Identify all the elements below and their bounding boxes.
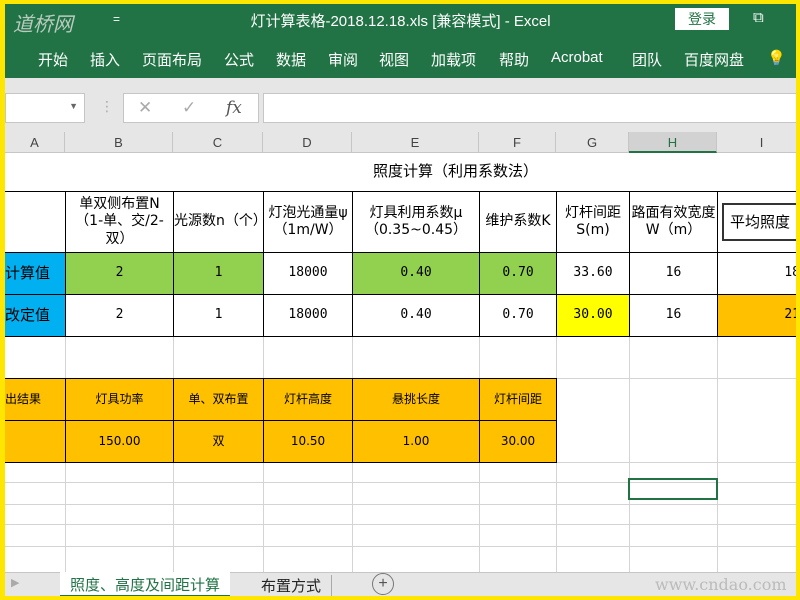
header-maintenance: 维护系数K xyxy=(479,191,557,253)
cell[interactable]: 2 xyxy=(65,252,174,295)
formula-buttons: ✕ ✓ fx xyxy=(123,93,259,123)
add-sheet-icon[interactable]: + xyxy=(372,573,394,595)
ribbon-tabs: 开始 插入 页面布局 公式 数据 审阅 视图 加载项 帮助 Acrobat 团队… xyxy=(5,38,796,78)
sheet-tab-illuminance[interactable]: 照度、高度及间距计算 xyxy=(60,572,231,596)
cell[interactable]: 2 xyxy=(65,294,174,337)
output-value[interactable]: 30.00 xyxy=(479,420,557,463)
splitter-handle[interactable]: ⋮ xyxy=(100,98,114,115)
output-value[interactable]: 双 xyxy=(173,420,264,463)
sheet-tab-layout[interactable]: 布置方式 xyxy=(251,575,333,596)
header-layout: 单双侧布置N（1-单、交/2-双） xyxy=(65,191,174,253)
output-value[interactable]: 10.50 xyxy=(263,420,353,463)
col-header-c[interactable]: C xyxy=(173,132,263,153)
tab-data[interactable]: 数据 xyxy=(276,49,306,70)
row-label-set[interactable]: 改定值 xyxy=(5,294,66,337)
cell[interactable]: 21 xyxy=(717,294,796,337)
cell[interactable]: 0.70 xyxy=(479,294,557,337)
tab-help[interactable]: 帮助 xyxy=(499,49,529,70)
col-header-e[interactable]: E xyxy=(352,132,479,153)
header-blank xyxy=(5,191,66,253)
header-utilization: 灯具利用系数μ（0.35~0.45） xyxy=(352,191,480,253)
col-header-i[interactable]: I xyxy=(717,132,796,153)
col-header-b[interactable]: B xyxy=(65,132,173,153)
confirm-icon[interactable]: ✓ xyxy=(182,98,196,118)
col-header-g[interactable]: G xyxy=(556,132,629,153)
output-header[interactable]: 悬挑长度 xyxy=(352,378,480,421)
cell[interactable]: 0.40 xyxy=(352,294,480,337)
cell[interactable]: 30.00 xyxy=(556,294,630,337)
tab-page-layout[interactable]: 页面布局 xyxy=(142,49,202,70)
header-light-count: 光源数n（个） xyxy=(173,191,264,253)
cell[interactable]: 18 xyxy=(717,252,796,295)
output-header[interactable]: 灯杆间距 xyxy=(479,378,557,421)
tab-review[interactable]: 审阅 xyxy=(328,49,358,70)
cancel-icon[interactable]: ✕ xyxy=(138,98,152,118)
col-header-f[interactable]: F xyxy=(479,132,556,153)
chevron-down-icon[interactable]: ▼ xyxy=(69,101,78,111)
tab-home[interactable]: 开始 xyxy=(38,49,68,70)
tab-addins[interactable]: 加载项 xyxy=(431,49,476,70)
row-label-calc[interactable]: 计算值 xyxy=(5,252,66,295)
tab-acrobat[interactable]: Acrobat xyxy=(551,49,603,66)
output-header[interactable]: 单、双布置 xyxy=(173,378,264,421)
sheet-title: 照度计算（利用系数法） xyxy=(5,153,796,191)
output-value[interactable]: 1.00 xyxy=(352,420,480,463)
tab-insert[interactable]: 插入 xyxy=(90,49,120,70)
sheet-tabs: ▶ 照度、高度及间距计算 布置方式 + www.cndao.com xyxy=(5,572,796,596)
tab-baidu[interactable]: 百度网盘 xyxy=(684,49,744,70)
name-box[interactable]: ▼ xyxy=(5,93,85,123)
col-header-a[interactable]: A xyxy=(5,132,65,153)
cell[interactable]: 18000 xyxy=(263,294,353,337)
fx-icon[interactable]: fx xyxy=(226,98,242,118)
lightbulb-icon[interactable]: 💡 xyxy=(767,49,786,67)
cell[interactable]: 0.40 xyxy=(352,252,480,295)
output-header[interactable]: 灯杆高度 xyxy=(263,378,353,421)
tab-formulas[interactable]: 公式 xyxy=(224,49,254,70)
title-bar: 道桥网 = 灯计算表格-2018.12.18.xls [兼容模式] - Exce… xyxy=(5,4,796,38)
header-avg-illuminance: 平均照度 xyxy=(717,191,796,253)
cell[interactable]: 33.60 xyxy=(556,252,630,295)
header-flux: 灯泡光通量ψ（1m/W） xyxy=(263,191,353,253)
header-avg-illuminance-label: 平均照度 xyxy=(722,202,796,242)
ribbon-display-icon[interactable]: ⧉ xyxy=(753,9,764,26)
output-value[interactable] xyxy=(5,420,66,463)
output-header[interactable]: 灯具功率 xyxy=(65,378,174,421)
col-header-d[interactable]: D xyxy=(263,132,352,153)
cell[interactable]: 1 xyxy=(173,294,264,337)
worksheet-grid[interactable]: A B C D E F G H I 照度计算（利用系数法） 单双侧布置N（1-单… xyxy=(5,132,796,573)
output-label[interactable]: 出结果 xyxy=(5,378,66,421)
cell[interactable]: 1 xyxy=(173,252,264,295)
scroll-left-icon[interactable]: ▶ xyxy=(11,576,19,589)
cell[interactable]: 0.70 xyxy=(479,252,557,295)
formula-input[interactable] xyxy=(263,93,796,123)
tab-team[interactable]: 团队 xyxy=(632,49,662,70)
excel-window: 道桥网 = 灯计算表格-2018.12.18.xls [兼容模式] - Exce… xyxy=(5,4,796,596)
header-spacing: 灯杆间距S(m) xyxy=(556,191,630,253)
cell[interactable]: 16 xyxy=(629,252,718,295)
watermark: www.cndao.com xyxy=(655,575,787,594)
tab-view[interactable]: 视图 xyxy=(379,49,409,70)
login-button[interactable]: 登录 xyxy=(675,8,729,30)
col-header-h[interactable]: H xyxy=(629,132,717,153)
formula-bar: ▼ ⋮ ✕ ✓ fx xyxy=(5,78,796,132)
output-value[interactable]: 150.00 xyxy=(65,420,174,463)
cell[interactable]: 18000 xyxy=(263,252,353,295)
header-road-width: 路面有效宽度W（m） xyxy=(629,191,718,253)
selected-cell[interactable] xyxy=(628,478,718,500)
cell[interactable]: 16 xyxy=(629,294,718,337)
